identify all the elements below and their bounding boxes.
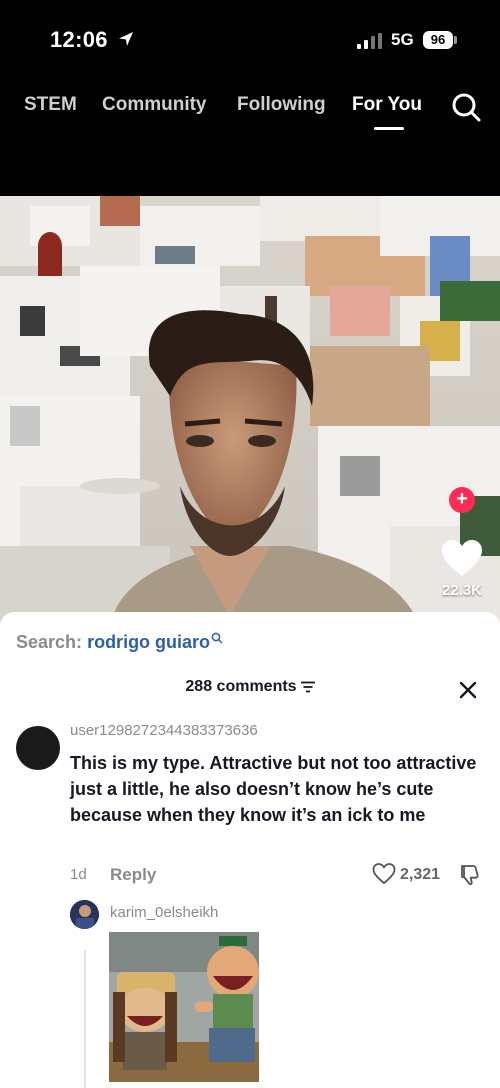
status-bar: 12:06 5G 96 [0,0,500,82]
heart-icon[interactable] [442,540,482,578]
close-icon[interactable] [458,680,478,700]
magnifier-icon [211,632,223,644]
comment-username[interactable]: user1298272344383373636 [70,722,258,739]
network-type: 5G [391,30,414,49]
reply-thread-line [84,950,86,1088]
dislike-icon[interactable] [458,863,482,887]
tab-stem[interactable]: STEM [24,94,77,116]
search-query-link[interactable]: rodrigo guiaro [87,632,210,652]
video-frame-image [0,196,500,626]
tab-community[interactable]: Community [102,94,207,116]
tab-for-you[interactable]: For You [352,94,422,116]
location-arrow-icon [119,32,133,46]
comment-text: This is my type. Attractive but not too … [70,753,477,825]
comments-header: 288 comments [0,678,500,696]
reply-meme-image[interactable] [109,932,259,1082]
reply-username[interactable]: karim_0elsheikh [110,904,218,921]
follow-plus-icon[interactable]: + [449,487,475,513]
video-player[interactable] [0,196,500,626]
battery-icon: 96 [423,31,453,49]
commenter-avatar[interactable] [16,726,60,770]
search-prefix: Search: [16,632,83,652]
battery-tip [454,36,457,44]
related-search[interactable]: Search: rodrigo guiaro [16,632,223,653]
comments-sheet: Search: rodrigo guiaro 288 comments user… [0,612,500,1088]
video-like-count: 22.3K [441,582,483,599]
active-tab-indicator [374,127,404,130]
reply-avatar[interactable] [70,900,99,929]
comments-count: 288 comments [185,678,297,695]
comment-like-count: 2,321 [400,866,441,883]
status-time: 12:06 [50,27,108,52]
cellular-signal-icon [357,33,382,49]
top-nav: STEM Community Following For You [0,82,500,142]
comment-age: 1d [70,866,87,883]
tab-following[interactable]: Following [237,94,326,116]
comment-like-icon[interactable] [372,862,396,886]
search-icon[interactable] [450,91,482,123]
reply-button[interactable]: Reply [110,865,156,885]
filter-icon[interactable] [300,681,315,693]
